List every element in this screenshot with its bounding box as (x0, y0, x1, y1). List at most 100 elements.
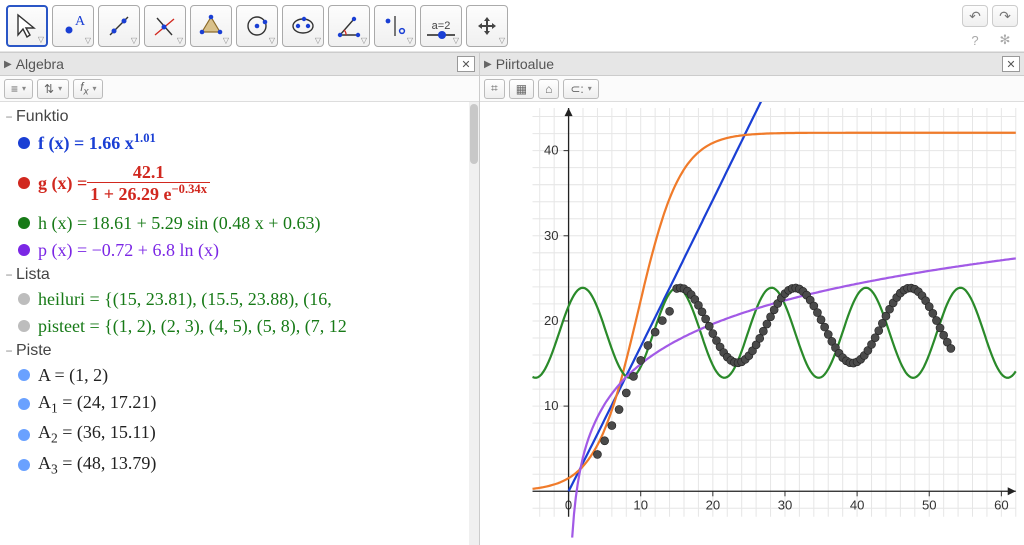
grid-toggle-button[interactable]: ▦ (509, 79, 534, 99)
pan-icon (476, 15, 498, 37)
plot-svg: 010203040506010203040 (480, 102, 1024, 545)
collapse-icon[interactable]: ▶ (4, 59, 12, 70)
chevron-down-icon: − (2, 110, 16, 124)
visibility-dot[interactable] (18, 217, 30, 229)
dropdown-icon: ▽ (177, 36, 183, 45)
tool-reflect[interactable]: ▽ (374, 5, 416, 47)
algebra-toolbar: ≡▾ ⇅▾ fx▾ (0, 76, 479, 102)
tool-move-view[interactable]: ▽ (466, 5, 508, 47)
expr-A3: A3 = (48, 13.79) (38, 453, 156, 478)
angle-icon (336, 13, 362, 39)
list-item[interactable]: pisteet = {(1, 2), (2, 3), (4, 5), (5, 8… (2, 313, 475, 340)
expr-A: A = (1, 2) (38, 365, 108, 386)
list-item[interactable]: g (x) = 42.1 1 + 26.29 e−0.34x (2, 157, 475, 210)
list-item[interactable]: A2 = (36, 15.11) (2, 419, 475, 450)
algebra-sort-button[interactable]: ≡▾ (4, 79, 33, 99)
visibility-dot[interactable] (18, 320, 30, 332)
svg-text:20: 20 (544, 313, 559, 328)
graphics-canvas[interactable]: 010203040506010203040 (480, 102, 1024, 545)
scrollbar[interactable] (469, 102, 479, 545)
right-toolbar: ↶ ↷ ? ✻ (962, 5, 1018, 49)
tool-circle[interactable]: ▽ (236, 5, 278, 47)
category-lista[interactable]: −Lista (2, 264, 475, 286)
dropdown-icon: ▽ (38, 35, 44, 44)
category-label: Piste (16, 342, 52, 360)
tool-ellipse[interactable]: ▽ (282, 5, 324, 47)
algebra-panel-header: ▶ Algebra ✕ (0, 52, 479, 76)
algebra-order-button[interactable]: ⇅▾ (37, 79, 69, 99)
settings-button[interactable]: ✻ (992, 31, 1018, 49)
main-toolbar: ▽ A ▽ ▽ ▽ ▽ ▽ ▽ ▽ ▽ a=2 ▽ ▽ (0, 0, 1024, 52)
graphics-panel: ▶ Piirtoalue ✕ ⌗ ▦ ⌂ ⊂:▾ 010203040506010… (480, 52, 1024, 545)
redo-button[interactable]: ↷ (992, 5, 1018, 27)
axes-toggle-button[interactable]: ⌗ (484, 79, 505, 99)
svg-text:30: 30 (544, 228, 559, 243)
visibility-dot[interactable] (18, 244, 30, 256)
tool-slider[interactable]: a=2 ▽ (420, 5, 462, 47)
tool-move[interactable]: ▽ (6, 5, 48, 47)
category-piste[interactable]: −Piste (2, 340, 475, 362)
dropdown-icon: ▽ (85, 36, 91, 45)
list-item[interactable]: A3 = (48, 13.79) (2, 450, 475, 481)
visibility-dot[interactable] (18, 137, 30, 149)
algebra-panel: ▶ Algebra ✕ ≡▾ ⇅▾ fx▾ −Funktio f (x) = 1… (0, 52, 480, 545)
ellipse-icon (290, 13, 316, 39)
visibility-dot[interactable] (18, 177, 30, 189)
category-label: Lista (16, 266, 50, 284)
list-item[interactable]: A = (1, 2) (2, 362, 475, 389)
expr-p: p (x) = −0.72 + 6.8 ln (x) (38, 240, 219, 261)
snap-button[interactable]: ⊂:▾ (563, 79, 598, 99)
undo-icon: ↶ (969, 8, 981, 25)
close-icon: ✕ (461, 58, 470, 71)
home-icon: ⌂ (545, 82, 552, 96)
cursor-icon (14, 13, 40, 39)
perpendicular-icon (152, 13, 178, 39)
svg-text:50: 50 (922, 497, 937, 512)
visibility-dot[interactable] (18, 293, 30, 305)
expr-pisteet: pisteet = {(1, 2), (2, 3), (4, 5), (5, 8… (38, 316, 347, 337)
list-item[interactable]: heiluri = {(15, 23.81), (15.5, 23.88), (… (2, 286, 475, 313)
tool-angle[interactable]: ▽ (328, 5, 370, 47)
scroll-thumb[interactable] (470, 104, 478, 164)
algebra-fx-button[interactable]: fx▾ (73, 79, 103, 99)
list-item[interactable]: A1 = (24, 17.21) (2, 389, 475, 420)
svg-text:40: 40 (544, 143, 559, 158)
list-item[interactable]: p (x) = −0.72 + 6.8 ln (x) (2, 237, 475, 264)
close-algebra-button[interactable]: ✕ (457, 56, 475, 72)
expr-heiluri: heiluri = {(15, 23.81), (15.5, 23.88), (… (38, 289, 332, 310)
visibility-dot[interactable] (18, 398, 30, 410)
graphics-toolbar: ⌗ ▦ ⌂ ⊂:▾ (480, 76, 1024, 102)
help-button[interactable]: ? (962, 31, 988, 49)
dropdown-icon: ▽ (361, 36, 367, 45)
tool-polygon[interactable]: ▽ (190, 5, 232, 47)
dropdown-icon: ▽ (131, 36, 137, 45)
list-item[interactable]: f (x) = 1.66 x1.01 (2, 128, 475, 157)
visibility-dot[interactable] (18, 369, 30, 381)
category-funktio[interactable]: −Funktio (2, 106, 475, 128)
tool-line[interactable]: ▽ (98, 5, 140, 47)
close-graphics-button[interactable]: ✕ (1002, 56, 1020, 72)
visibility-dot[interactable] (18, 459, 30, 471)
algebra-content: −Funktio f (x) = 1.66 x1.01 g (x) = 42.1… (0, 102, 479, 545)
undo-button[interactable]: ↶ (962, 5, 988, 27)
home-button[interactable]: ⌂ (538, 79, 559, 99)
dropdown-icon: ▽ (223, 36, 229, 45)
svg-text:20: 20 (706, 497, 721, 512)
svg-text:10: 10 (544, 398, 559, 413)
visibility-dot[interactable] (18, 429, 30, 441)
circle-icon (244, 13, 270, 39)
dropdown-icon: ▽ (499, 36, 505, 45)
algebra-title: Algebra (16, 56, 64, 72)
chevron-down-icon: − (2, 268, 16, 282)
tool-point[interactable]: A ▽ (52, 5, 94, 47)
expr-A2: A2 = (36, 15.11) (38, 422, 156, 447)
list-item[interactable]: h (x) = 18.61 + 5.29 sin (0.48 x + 0.63) (2, 210, 475, 237)
line-icon (106, 13, 132, 39)
graphics-title: Piirtoalue (496, 56, 554, 72)
tool-perpendicular[interactable]: ▽ (144, 5, 186, 47)
dropdown-icon: ▽ (453, 36, 459, 45)
collapse-icon[interactable]: ▶ (484, 59, 492, 70)
expr-A1: A1 = (24, 17.21) (38, 392, 156, 417)
svg-text:A: A (75, 14, 86, 29)
dropdown-icon: ▽ (407, 36, 413, 45)
